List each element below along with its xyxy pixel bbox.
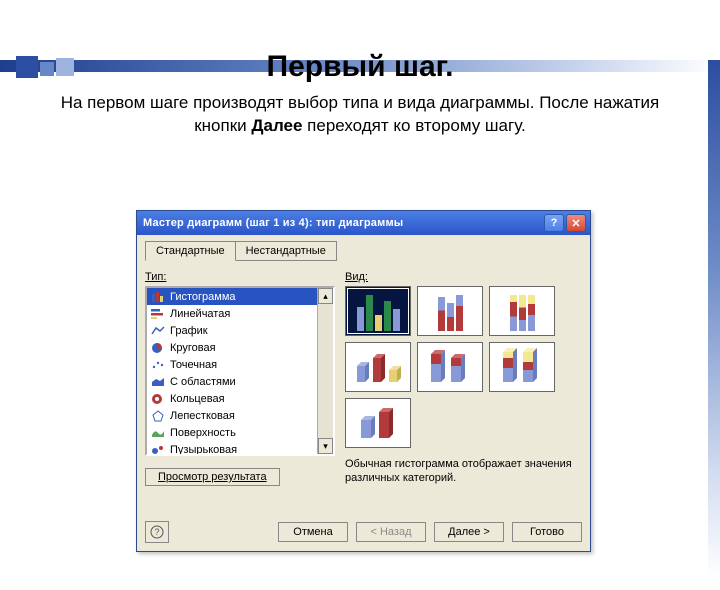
finish-button[interactable]: Готово: [512, 522, 582, 542]
tab-custom[interactable]: Нестандартные: [235, 241, 337, 261]
svg-text:?: ?: [154, 527, 159, 537]
window-title: Мастер диаграмм (шаг 1 из 4): тип диагра…: [143, 217, 542, 229]
line-icon: [151, 325, 165, 337]
radar-icon: [151, 410, 165, 422]
bubble-icon: [151, 444, 165, 455]
list-item[interactable]: График: [147, 322, 317, 339]
page-subtitle: На первом шаге производят выбор типа и в…: [60, 92, 660, 138]
subtype-description: Обычная гистограмма отображает значения …: [345, 458, 582, 486]
help-button[interactable]: ?: [544, 214, 564, 232]
chart-wizard-dialog: Мастер диаграмм (шаг 1 из 4): тип диагра…: [136, 210, 591, 552]
cancel-button[interactable]: Отмена: [278, 522, 348, 542]
subtype-thumb[interactable]: [345, 286, 411, 336]
pie-icon: [151, 342, 165, 354]
subtype-thumb[interactable]: [345, 342, 411, 392]
back-button: < Назад: [356, 522, 426, 542]
close-button[interactable]: ✕: [566, 214, 586, 232]
list-item[interactable]: Линейчатая: [147, 305, 317, 322]
chart-type-list[interactable]: Гистограмма Линейчатая График Круговая Т…: [145, 286, 335, 456]
subtype-thumb[interactable]: [489, 342, 555, 392]
doughnut-icon: [151, 393, 165, 405]
surface-icon: [151, 427, 165, 439]
area-icon: [151, 376, 165, 388]
subtype-thumb[interactable]: [489, 286, 555, 336]
scrollbar[interactable]: ▴ ▾: [317, 288, 333, 454]
subtype-thumb[interactable]: [417, 342, 483, 392]
list-item[interactable]: Круговая: [147, 339, 317, 356]
list-item[interactable]: Лепестковая: [147, 407, 317, 424]
list-item[interactable]: С областями: [147, 373, 317, 390]
type-label: Тип:: [145, 271, 335, 283]
tab-standard[interactable]: Стандартные: [145, 241, 236, 261]
page-title: Первый шаг.: [0, 50, 720, 84]
subtype-thumb[interactable]: [417, 286, 483, 336]
scatter-icon: [151, 359, 165, 371]
list-item[interactable]: Точечная: [147, 356, 317, 373]
titlebar[interactable]: Мастер диаграмм (шаг 1 из 4): тип диагра…: [137, 211, 590, 235]
list-item[interactable]: Пузырьковая: [147, 441, 317, 454]
scroll-up-button[interactable]: ▴: [318, 288, 333, 304]
view-label: Вид:: [345, 271, 582, 283]
next-button[interactable]: Далее >: [434, 522, 504, 542]
scroll-down-button[interactable]: ▾: [318, 438, 333, 454]
subtype-thumb[interactable]: [345, 398, 411, 448]
chart-subtype-grid: [345, 286, 582, 448]
preview-button[interactable]: Просмотр результата: [145, 468, 280, 486]
histogram-icon: [151, 291, 165, 303]
bar-icon: [151, 308, 165, 320]
list-item[interactable]: Кольцевая: [147, 390, 317, 407]
list-item[interactable]: Поверхность: [147, 424, 317, 441]
list-item[interactable]: Гистограмма: [147, 288, 317, 305]
